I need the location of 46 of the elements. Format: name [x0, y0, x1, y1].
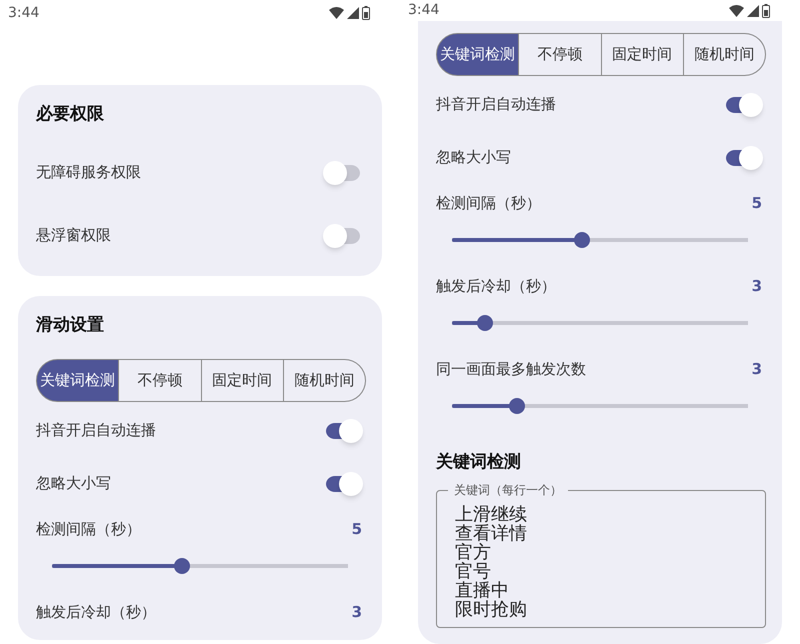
segment-tab[interactable]: 固定时间 — [602, 33, 684, 76]
setting-label: 触发后冷却（秒） — [436, 276, 556, 297]
setting-label: 同一画面最多触发次数 — [436, 358, 586, 380]
setting-label: 触发后冷却（秒） — [36, 602, 156, 623]
signal-icon — [747, 4, 759, 16]
setting-label: 抖音开启自动连播 — [36, 420, 156, 441]
segment-tab[interactable]: 不停顿 — [119, 359, 202, 402]
segment-tab[interactable]: 随机时间 — [684, 33, 766, 76]
setting-label: 检测间隔（秒） — [436, 192, 541, 214]
setting-label: 忽略大小写 — [436, 146, 511, 168]
setting-value: 3 — [352, 602, 362, 623]
textarea-label: 关键词（每行一个） — [448, 481, 568, 499]
keyword-line: 官号 — [455, 562, 492, 581]
keyword-line: 限时抢购 — [455, 600, 528, 619]
keyword-line: 官方 — [455, 543, 492, 562]
setting-label: 忽略大小写 — [36, 472, 111, 494]
card-title: 滑动设置 — [36, 314, 105, 338]
setting-value: 5 — [752, 192, 762, 214]
setting-value: 5 — [352, 518, 362, 540]
segment-tab[interactable]: 随机时间 — [284, 359, 366, 402]
signal-icon — [347, 7, 359, 19]
status-time: 3:44 — [408, 1, 440, 20]
setting-label: 检测间隔（秒） — [36, 518, 141, 540]
setting-label: 无障碍服务权限 — [36, 162, 141, 183]
setting-label: 抖音开启自动连播 — [436, 94, 556, 115]
segment-tab[interactable]: 不停顿 — [519, 33, 602, 76]
segment-tab[interactable]: 关键词检测 — [36, 359, 120, 402]
slider-thumb[interactable] — [509, 398, 526, 414]
setting-value: 3 — [752, 358, 762, 380]
wifi-icon — [329, 7, 344, 19]
battery-icon — [362, 6, 370, 20]
slider-thumb[interactable] — [476, 315, 493, 331]
segment-tab[interactable]: 固定时间 — [202, 359, 284, 402]
setting-value: 3 — [752, 276, 762, 297]
slider-thumb[interactable] — [574, 232, 590, 248]
keyword-line: 直播中 — [455, 581, 510, 600]
keyword-line: 上滑继续 — [455, 505, 528, 524]
setting-label: 悬浮窗权限 — [36, 224, 111, 246]
status-time: 3:44 — [8, 4, 40, 22]
segment-tab[interactable]: 关键词检测 — [436, 33, 520, 76]
keyword-line: 查看详情 — [455, 524, 528, 543]
battery-icon — [762, 4, 770, 18]
slider-thumb[interactable] — [174, 558, 190, 574]
card-title: 必要权限 — [36, 103, 105, 126]
section-heading: 关键词检测 — [436, 451, 522, 474]
wifi-icon — [729, 4, 744, 16]
